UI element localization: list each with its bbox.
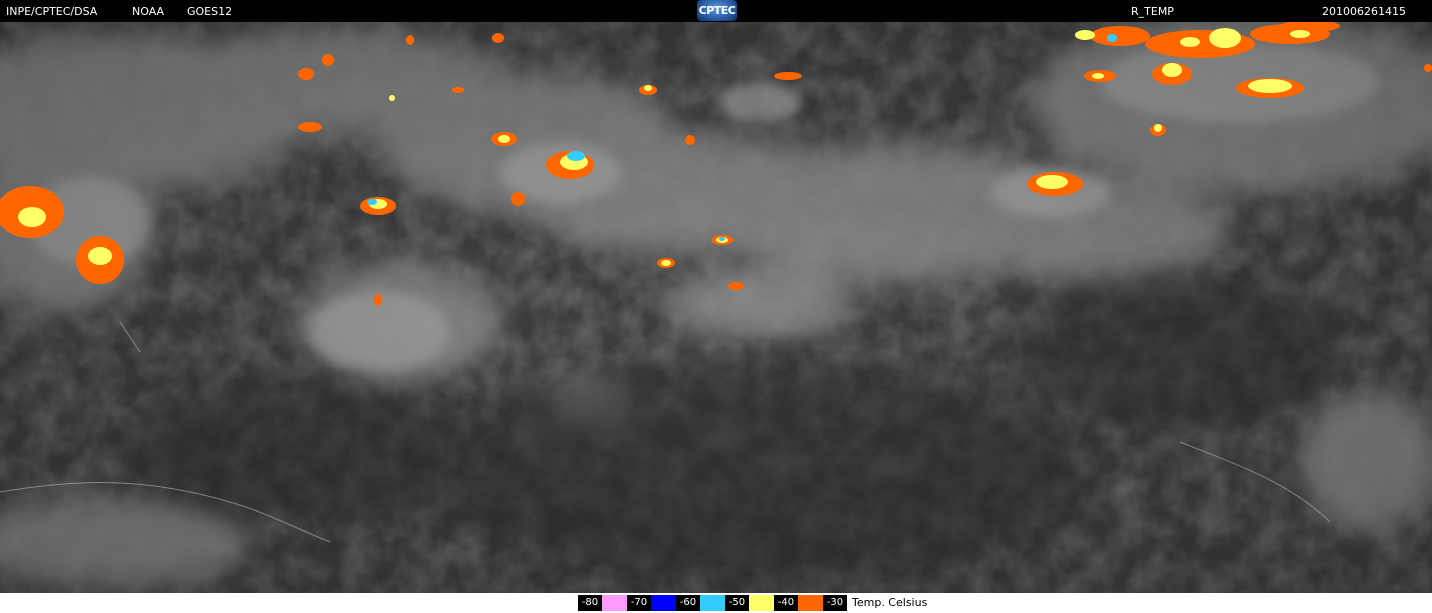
satellite-image-svg: [0, 22, 1432, 593]
legend-label-4: -40: [774, 595, 798, 611]
legend-swatch-4: [798, 595, 823, 611]
product-label: R_TEMP: [1131, 5, 1174, 18]
provider-label: NOAA: [132, 5, 165, 18]
timestamp-label: 201006261415: [1322, 5, 1406, 18]
legend-swatch-1: [651, 595, 676, 611]
legend-label-1: -70: [627, 595, 651, 611]
legend-swatch-2: [700, 595, 725, 611]
agency-label: INPE/CPTEC/DSA: [6, 5, 98, 18]
legend-swatch-0: [602, 595, 627, 611]
temperature-legend: -80 -70 -60 -50 -40 -30 Temp. Celsius: [0, 593, 1432, 613]
logo-text: CPTEC: [698, 4, 736, 17]
legend-label-2: -60: [676, 595, 700, 611]
legend-label-5: -30: [823, 595, 847, 611]
satellite-image: [0, 22, 1432, 593]
cptec-logo: CPTEC: [697, 0, 737, 21]
satellite-label: GOES12: [187, 5, 233, 18]
header-bar: INPE/CPTEC/DSA NOAA GOES12 CPTEC R_TEMP …: [0, 0, 1432, 22]
legend-scale: -80 -70 -60 -50 -40 -30 Temp. Celsius: [578, 595, 928, 611]
legend-label-0: -80: [578, 595, 602, 611]
legend-label-3: -50: [725, 595, 749, 611]
legend-unit: Temp. Celsius: [847, 595, 928, 611]
legend-swatch-3: [749, 595, 774, 611]
